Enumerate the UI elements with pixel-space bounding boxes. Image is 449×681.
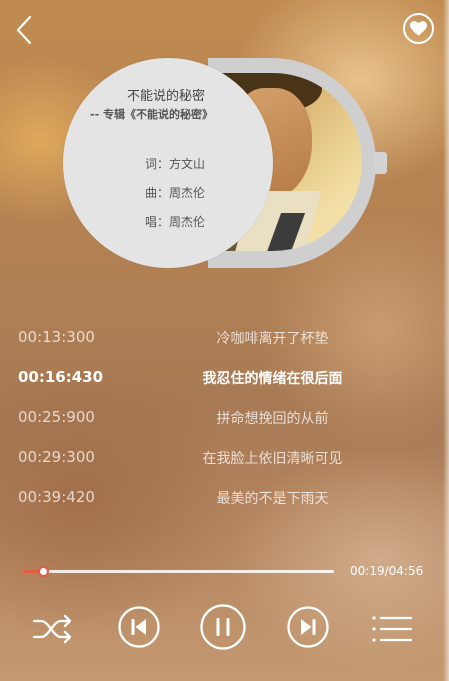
- lyric-timestamp: 00:13:300: [18, 328, 95, 346]
- record-handle: [374, 152, 387, 174]
- lyric-timestamp: 00:25:900: [18, 408, 95, 426]
- album-name: -- 专辑《不能说的秘密》: [90, 108, 213, 121]
- song-info-disc: 不能说的秘密 -- 专辑《不能说的秘密》 词：方文山 曲：周杰伦 唱：周杰伦: [63, 58, 273, 268]
- lyric-line[interactable]: 00:39:420 最美的不是下雨天: [0, 482, 449, 516]
- skip-next-icon: [287, 606, 329, 648]
- lyric-line-current[interactable]: 00:16:430 我忍住的情绪在很后面: [0, 362, 449, 396]
- lyric-timestamp: 00:29:300: [18, 448, 95, 466]
- shuffle-button[interactable]: [31, 610, 75, 648]
- lyricist-credit: 词：方文山: [144, 157, 205, 171]
- singer-credit: 唱：周杰伦: [144, 215, 205, 229]
- pause-button[interactable]: [199, 603, 247, 651]
- lyric-line[interactable]: 00:13:300 冷咖啡离开了杯垫: [0, 322, 449, 356]
- lyric-timestamp: 00:16:430: [18, 368, 104, 386]
- lyric-line[interactable]: 00:25:900 拼命想挽回的从前: [0, 402, 449, 436]
- playlist-button[interactable]: [370, 610, 414, 648]
- lyric-line[interactable]: 00:29:300 在我脸上依旧清晰可见: [0, 442, 449, 476]
- progress-bar[interactable]: [22, 566, 334, 577]
- composer-credit: 曲：周杰伦: [144, 186, 205, 200]
- lyric-timestamp: 00:39:420: [18, 488, 95, 506]
- shuffle-icon: [32, 614, 72, 644]
- progress-knob[interactable]: [37, 566, 49, 577]
- lyric-text: 拼命想挽回的从前: [216, 411, 329, 427]
- lyric-text: 我忍住的情绪在很后面: [202, 371, 343, 387]
- lyric-text: 在我脸上依旧清晰可见: [202, 451, 343, 467]
- lyric-text: 最美的不是下雨天: [216, 491, 329, 507]
- previous-button[interactable]: [117, 605, 161, 649]
- playlist-icon: [372, 616, 413, 642]
- album-disc-area: 不能说的秘密 -- 专辑《不能说的秘密》 词：方文山 曲：周杰伦 唱：周杰伦: [0, 0, 449, 290]
- pause-icon: [200, 604, 246, 650]
- skip-previous-icon: [118, 606, 160, 648]
- next-button[interactable]: [286, 605, 330, 649]
- song-title: 不能说的秘密: [126, 89, 205, 104]
- lyric-text: 冷咖啡离开了杯垫: [216, 331, 329, 347]
- time-display: 00:19/04:56: [350, 564, 424, 578]
